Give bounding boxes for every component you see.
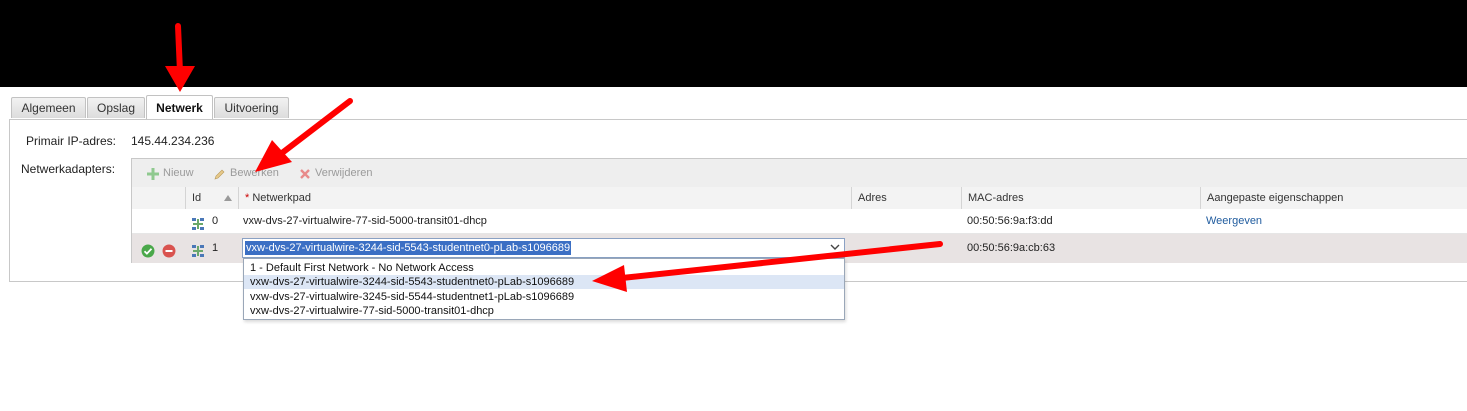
row-id: 0 xyxy=(212,215,219,227)
column-mac-label: MAC-adres xyxy=(968,192,1024,204)
top-black-bar xyxy=(0,0,1467,87)
tab-algemeen[interactable]: Algemeen xyxy=(11,97,86,118)
network-icon xyxy=(192,240,204,268)
column-network-path[interactable]: * Netwerkpad xyxy=(238,187,851,209)
network-path-dropdown: 1 - Default First Network - No Network A… xyxy=(243,258,845,320)
row-network-path: vxw-dvs-27-virtualwire-77-sid-5000-trans… xyxy=(243,215,487,227)
grid-header: Id * Netwerkpad Adres MAC-adres Aangepas… xyxy=(132,187,1467,210)
row-id: 1 xyxy=(212,242,219,254)
column-network-path-label: Netwerkpad xyxy=(252,192,312,204)
column-mac[interactable]: MAC-adres xyxy=(961,187,1200,209)
row-mac: 00:50:56:9a:f3:dd xyxy=(967,215,1053,227)
delete-button-label: Verwijderen xyxy=(315,167,373,179)
table-row[interactable]: 0 vxw-dvs-27-virtualwire-77-sid-5000-tra… xyxy=(132,209,1467,234)
view-properties-link[interactable]: Weergeven xyxy=(1206,209,1262,233)
accept-icon[interactable] xyxy=(141,241,155,269)
plus-icon xyxy=(147,168,159,180)
column-id[interactable]: Id xyxy=(185,187,238,209)
delete-button[interactable]: Verwijderen xyxy=(299,159,379,187)
dropdown-option[interactable]: vxw-dvs-27-virtualwire-3245-sid-5544-stu… xyxy=(244,290,844,304)
dropdown-option[interactable]: 1 - Default First Network - No Network A… xyxy=(244,261,844,275)
cancel-icon[interactable] xyxy=(162,241,176,269)
edit-button-label: Bewerken xyxy=(230,167,279,179)
tab-opslag[interactable]: Opslag xyxy=(87,97,145,118)
network-adapters-label: Netwerkadapters: xyxy=(21,162,116,176)
sort-up-icon xyxy=(224,195,232,201)
column-custom-props-label: Aangepaste eigenschappen xyxy=(1207,192,1344,204)
tab-netwerk[interactable]: Netwerk xyxy=(146,95,213,120)
primary-ip-value: 145.44.234.236 xyxy=(131,134,215,148)
grid-toolbar: Nieuw Bewerken Verwijderen xyxy=(132,159,1467,188)
chevron-down-icon[interactable] xyxy=(830,243,840,251)
required-marker: * xyxy=(245,192,250,204)
tab-uitvoering[interactable]: Uitvoering xyxy=(214,97,289,118)
column-address[interactable]: Adres xyxy=(851,187,961,209)
pencil-icon xyxy=(214,169,225,180)
network-path-select-value: vxw-dvs-27-virtualwire-3244-sid-5543-stu… xyxy=(245,241,572,255)
column-address-label: Adres xyxy=(858,192,887,204)
new-button-label: Nieuw xyxy=(163,167,194,179)
edit-button[interactable]: Bewerken xyxy=(214,159,284,187)
dropdown-option[interactable]: vxw-dvs-27-virtualwire-77-sid-5000-trans… xyxy=(244,304,844,318)
delete-x-icon xyxy=(300,169,310,179)
row-mac: 00:50:56:9a:cb:63 xyxy=(967,242,1056,254)
column-custom-props[interactable]: Aangepaste eigenschappen xyxy=(1200,187,1467,209)
primary-ip-label: Primair IP-adres: xyxy=(26,134,117,148)
column-id-label: Id xyxy=(192,192,202,204)
new-button[interactable]: Nieuw xyxy=(147,159,202,187)
dropdown-option-highlighted[interactable]: vxw-dvs-27-virtualwire-3244-sid-5543-stu… xyxy=(244,275,844,289)
network-path-select[interactable]: vxw-dvs-27-virtualwire-3244-sid-5543-stu… xyxy=(242,238,845,258)
